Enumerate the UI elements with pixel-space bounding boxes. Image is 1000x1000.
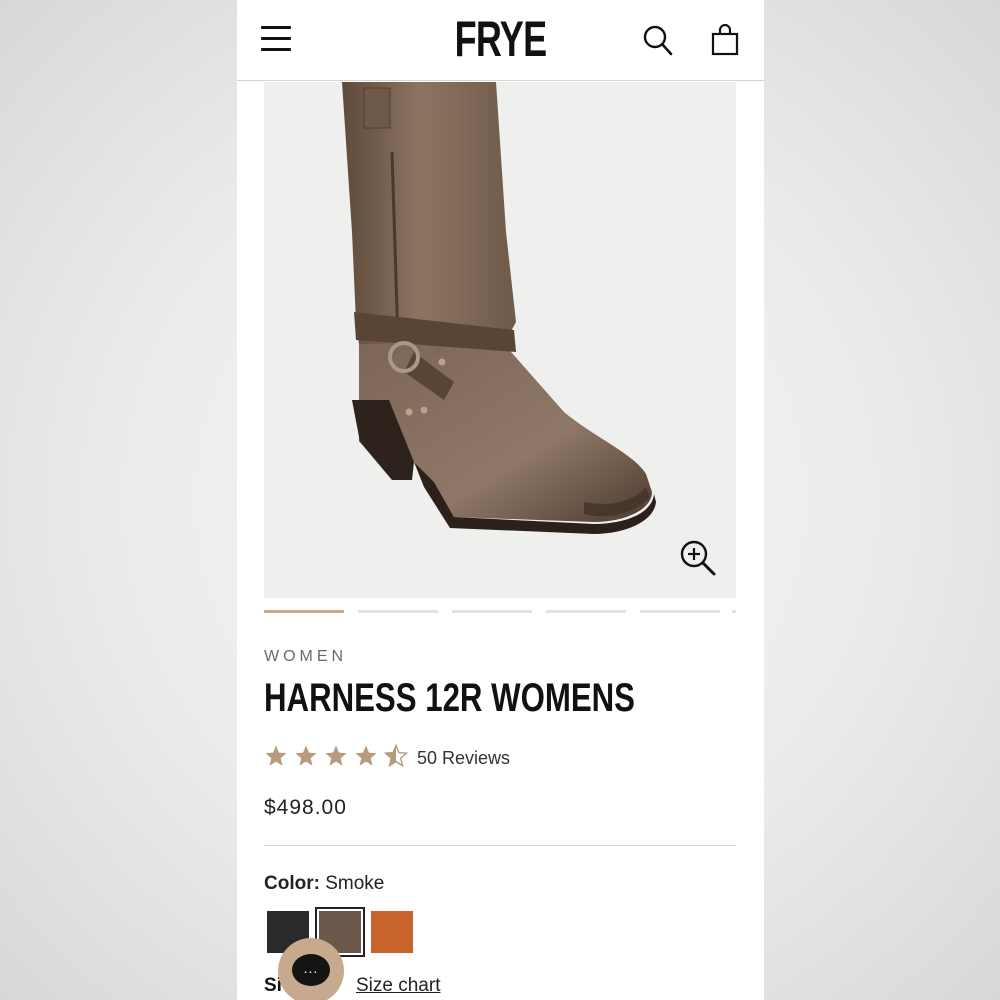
shopping-bag-icon[interactable] bbox=[711, 24, 739, 56]
mobile-page: FRYE WOMEN HARNESS 12R WOMENS 50 Reviews… bbox=[237, 0, 764, 1000]
color-label: Color: bbox=[264, 873, 320, 894]
image-carousel-indicator bbox=[264, 610, 736, 614]
chat-button[interactable]: ... bbox=[278, 938, 344, 1000]
chat-dots: ... bbox=[303, 960, 319, 976]
chat-bubble-icon: ... bbox=[292, 954, 330, 986]
product-price: $498.00 bbox=[264, 796, 347, 819]
carousel-dot-2[interactable] bbox=[358, 610, 438, 613]
star-half-icon bbox=[384, 744, 408, 768]
carousel-dot-more[interactable] bbox=[732, 610, 736, 613]
star-full-icon bbox=[295, 745, 317, 766]
product-image[interactable] bbox=[264, 82, 736, 598]
star-full-icon bbox=[325, 745, 347, 766]
carousel-dot-1[interactable] bbox=[264, 610, 344, 613]
site-header: FRYE bbox=[237, 0, 764, 81]
search-icon[interactable] bbox=[643, 24, 673, 56]
star-full-icon bbox=[355, 745, 377, 766]
star-full-icon bbox=[265, 745, 287, 766]
swatch-cognac[interactable] bbox=[371, 911, 413, 953]
color-selection-label: Color: Smoke bbox=[264, 873, 384, 895]
carousel-dot-5[interactable] bbox=[640, 610, 720, 613]
size-chart-link[interactable]: Size chart bbox=[356, 975, 440, 997]
carousel-dot-3[interactable] bbox=[452, 610, 532, 613]
zoom-in-icon[interactable] bbox=[678, 538, 718, 578]
reviews-link[interactable]: 50 Reviews bbox=[417, 748, 510, 769]
divider bbox=[264, 845, 736, 846]
color-value: Smoke bbox=[325, 873, 385, 894]
carousel-dot-4[interactable] bbox=[546, 610, 626, 613]
product-title: HARNESS 12R WOMENS bbox=[264, 676, 635, 720]
hamburger-menu-icon[interactable] bbox=[261, 26, 291, 52]
boot-illustration bbox=[342, 82, 656, 534]
brand-logo[interactable]: FRYE bbox=[311, 10, 690, 68]
product-category[interactable]: WOMEN bbox=[264, 648, 347, 666]
